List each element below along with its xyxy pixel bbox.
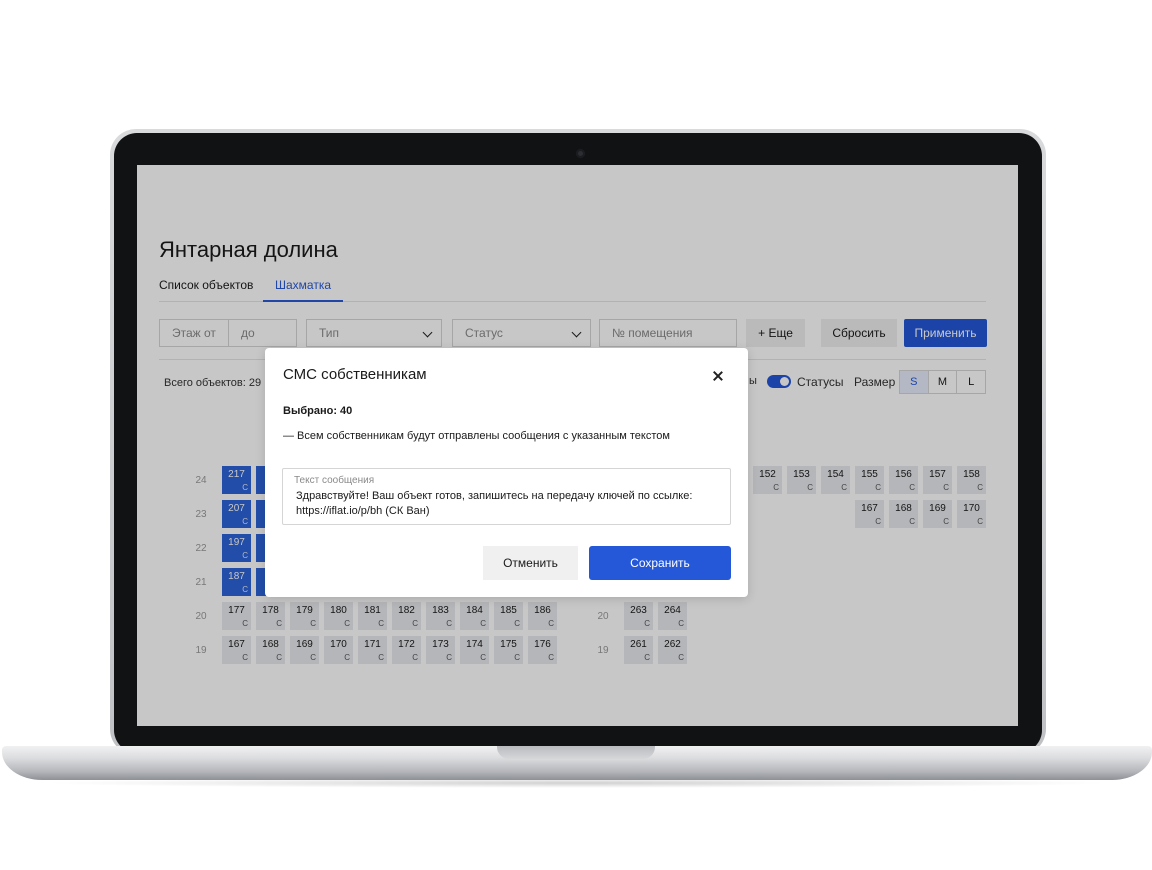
message-textarea-label: Текст сообщения	[294, 475, 375, 486]
camera-dot	[576, 149, 585, 158]
message-textarea-value: Здравствуйте! Ваш объект готов, запишите…	[296, 490, 693, 517]
app-screen: Янтарная долина Список объектов Шахматка…	[137, 165, 1018, 726]
laptop-notch	[497, 746, 655, 759]
modal-title: СМС собственникам	[283, 366, 427, 383]
selected-count: Выбрано: 40	[283, 405, 353, 417]
save-button[interactable]: Сохранить	[589, 546, 731, 580]
cancel-button[interactable]: Отменить	[483, 546, 578, 580]
modal-notice: — Всем собственникам будут отправлены со…	[283, 430, 670, 442]
sms-modal: СМС собственникам Выбрано: 40 — Всем соб…	[265, 348, 748, 597]
message-textarea[interactable]: Текст сообщения Здравствуйте! Ваш объект…	[282, 468, 731, 525]
close-icon[interactable]	[711, 369, 725, 383]
